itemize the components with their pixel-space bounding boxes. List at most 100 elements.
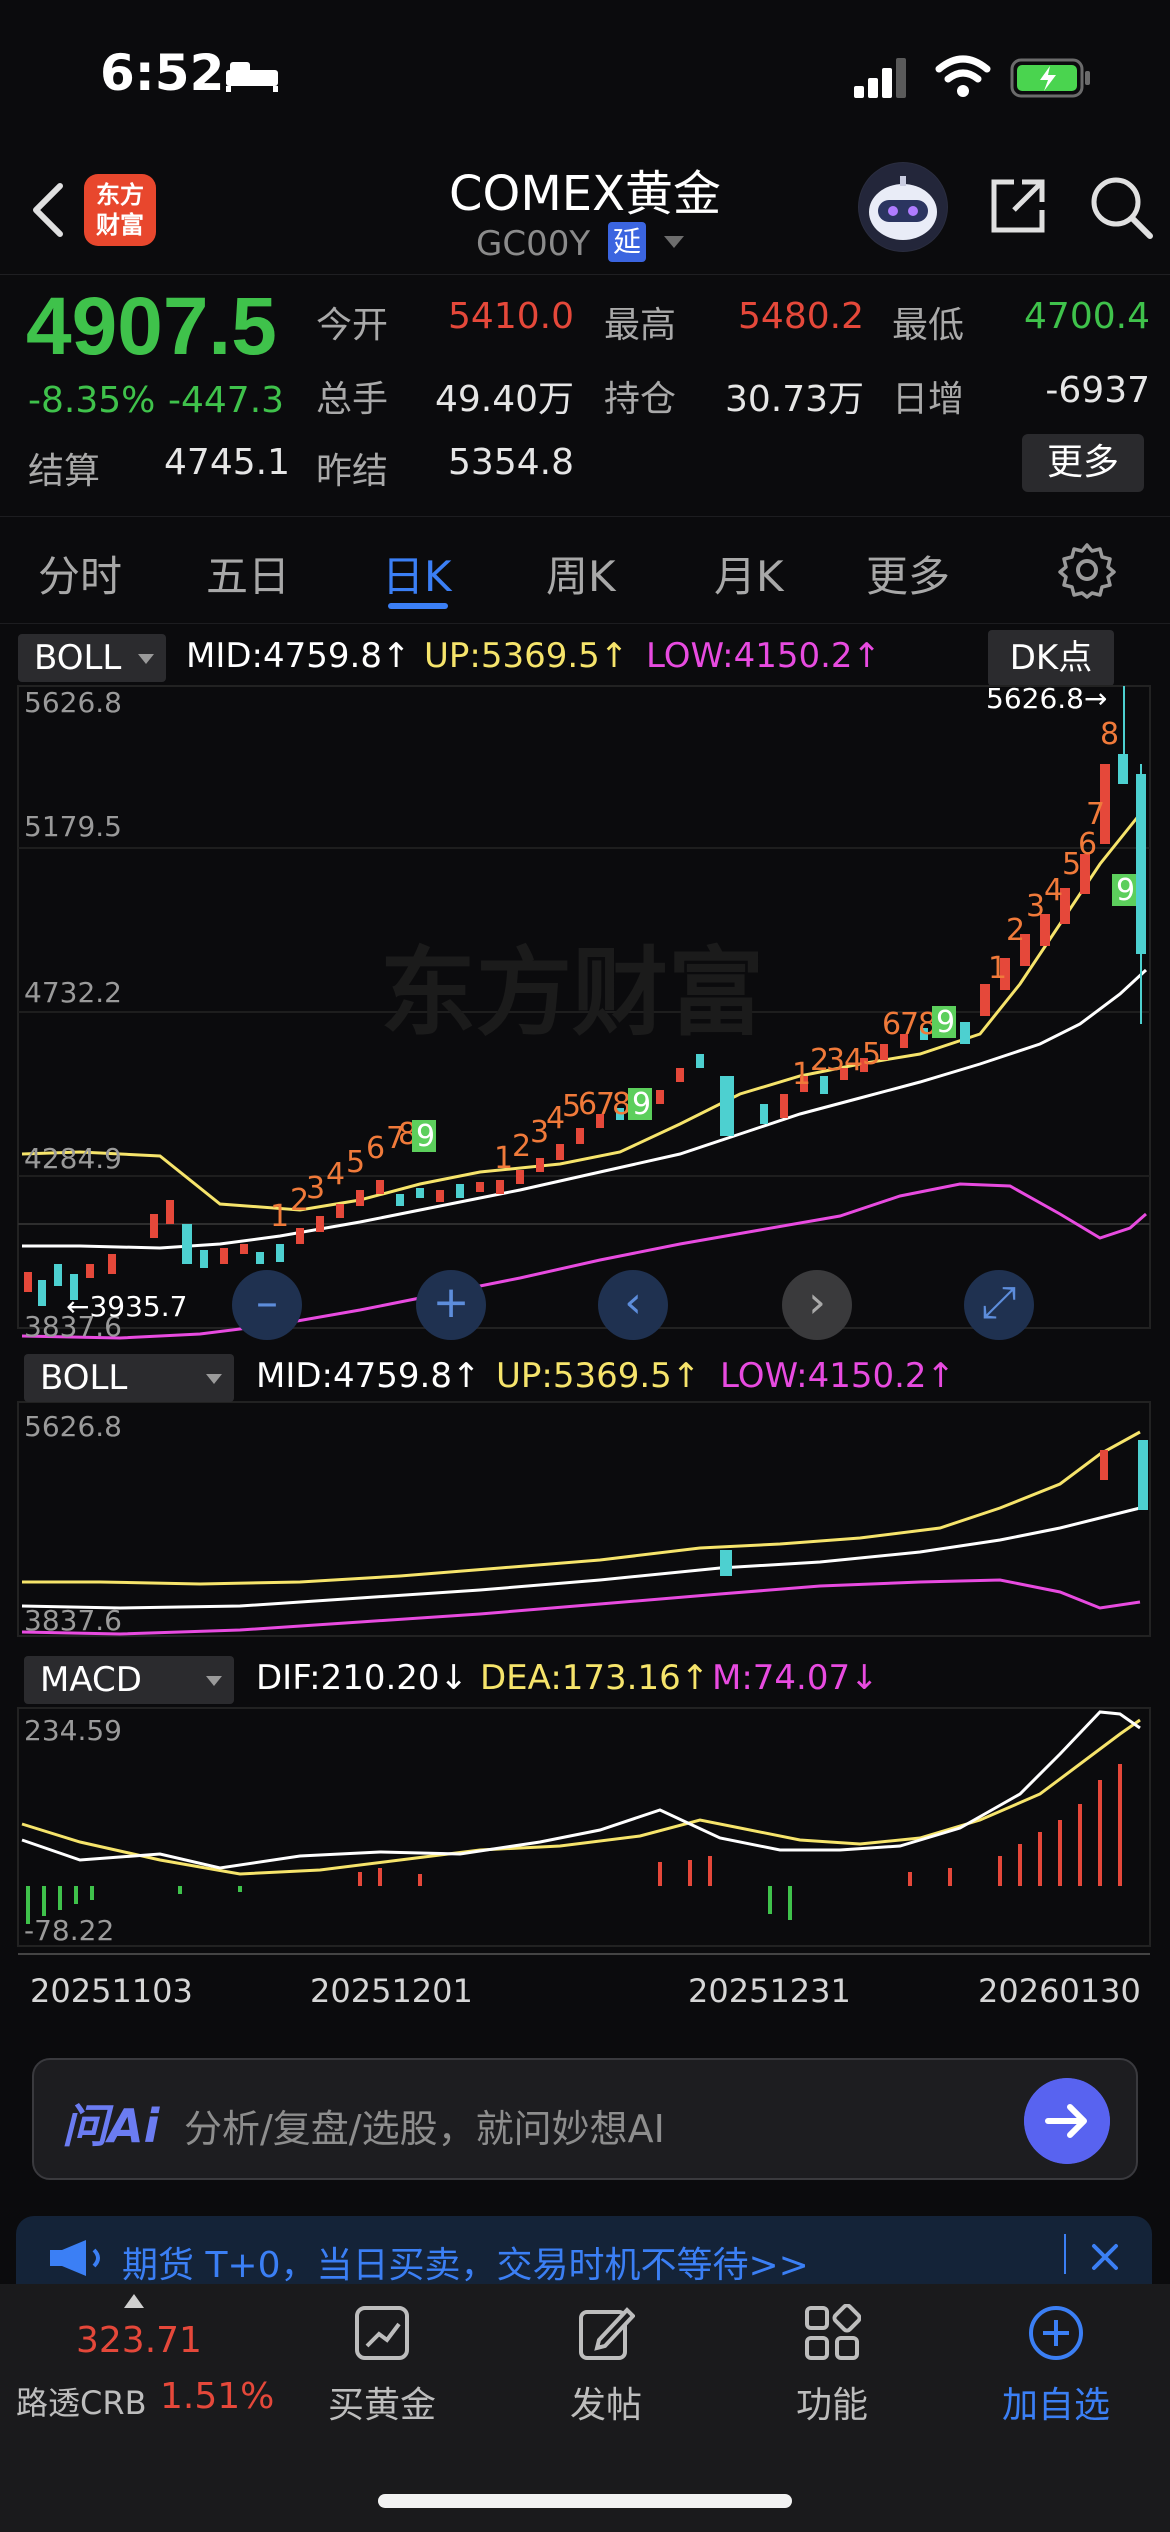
kline-chart-area[interactable]: BOLL MID:4759.8↑ UP:5369.5↑ LOW:4150.2↑ … — [0, 624, 1170, 2036]
scroll-right-button[interactable]: › — [782, 1270, 852, 1340]
candle — [316, 1216, 324, 1232]
td-label: 9 — [416, 1119, 435, 1154]
sub-candle — [1100, 1450, 1108, 1480]
low-value: 4700.4 — [1024, 296, 1150, 337]
sub1-boll-up-value: UP:5369.5 — [496, 1356, 672, 1396]
td-label: 4 — [326, 1157, 345, 1192]
tab-weekly-k[interactable]: 周K — [546, 543, 616, 604]
macd-dif-value: DIF:210.20 — [256, 1658, 440, 1698]
prev-settle-label: 昨结 — [316, 451, 389, 492]
period-tabs: 分时 五日 日K 周K 月K 更多 — [0, 516, 1170, 624]
td-label: 5 — [862, 1037, 881, 1072]
tab-more[interactable]: 更多 — [866, 543, 950, 604]
nav-add-watchlist[interactable]: 加自选 — [976, 2304, 1136, 2428]
candle — [760, 1104, 768, 1124]
contract-dropdown-icon[interactable] — [664, 236, 684, 248]
high-label: 最高 — [604, 305, 677, 346]
candle — [696, 1054, 704, 1068]
td-label: 2 — [512, 1129, 531, 1164]
macd-m-arrow: ↓ — [850, 1658, 879, 1698]
battery-icon — [1010, 58, 1090, 98]
td-label: 1 — [792, 1057, 811, 1092]
sub-indicator-select-2[interactable]: MACD — [24, 1656, 234, 1704]
sub1-boll-mid-arrow: ↑ — [451, 1356, 481, 1396]
zoom-out-button[interactable]: – — [232, 1270, 302, 1340]
nav-post[interactable]: 发帖 — [526, 2304, 686, 2428]
macd-dea: DEA:173.16↑ — [480, 1658, 709, 1698]
tab-daily-k[interactable]: 日K — [382, 543, 452, 604]
td-label: 9 — [936, 1005, 955, 1040]
td-label: 1 — [494, 1141, 513, 1176]
candle — [166, 1200, 174, 1224]
more-quote-button[interactable]: 更多 — [1022, 434, 1144, 492]
candle — [676, 1068, 684, 1082]
promo-divider — [1064, 2234, 1066, 2274]
ai-ask-bar[interactable]: 问Ai 分析/复盘/选股，就问妙想AI — [32, 2058, 1138, 2180]
td-label: 2 — [1006, 913, 1025, 948]
scroll-left-button[interactable]: ‹ — [598, 1270, 668, 1340]
td-label: 9 — [1116, 873, 1135, 908]
y-tick-label: 5179.5 — [24, 810, 122, 843]
back-icon[interactable] — [28, 180, 68, 240]
ai-robot-avatar[interactable] — [858, 162, 948, 252]
candle — [54, 1264, 62, 1286]
td-label: 5 — [346, 1145, 365, 1180]
page-title: COMEX黄金 — [449, 166, 721, 222]
td-label: 3 — [306, 1171, 325, 1206]
fullscreen-button[interactable]: ⤢ — [964, 1270, 1034, 1340]
td-label: 6 — [882, 1007, 901, 1042]
candle — [376, 1180, 384, 1194]
candle — [656, 1090, 664, 1104]
dropdown-icon — [206, 1374, 222, 1384]
sub-indicator-select-1[interactable]: BOLL — [24, 1354, 234, 1402]
candle — [576, 1128, 584, 1144]
macd-panel-frame — [17, 1707, 1151, 1947]
candle — [476, 1182, 484, 1192]
candle — [516, 1170, 524, 1184]
candle — [820, 1076, 828, 1094]
nav-buy-gold[interactable]: 买黄金 — [302, 2304, 462, 2428]
settle-label: 结算 — [28, 451, 101, 492]
macd-dif: DIF:210.20↓ — [256, 1658, 468, 1698]
candle — [456, 1184, 464, 1198]
date-label: 20251231 — [688, 1972, 851, 2010]
y-tick-label: 5626.8 — [24, 686, 122, 719]
macd-dea-value: DEA:173.16 — [480, 1658, 681, 1698]
nav-functions[interactable]: 功能 — [752, 2303, 912, 2428]
status-bar: 6:52 — [0, 0, 1170, 140]
status-time: 6:52 — [100, 44, 225, 102]
candle — [200, 1250, 208, 1268]
td-label: 1 — [270, 1199, 289, 1234]
plus-circle-icon — [1029, 2306, 1083, 2360]
candle — [276, 1244, 284, 1262]
delay-badge: 延 — [608, 222, 646, 262]
close-icon[interactable] — [1090, 2242, 1120, 2272]
promo-text[interactable]: 期货 T+0，当日买卖，交易时机不等待>> — [122, 2236, 809, 2288]
tab-monthly-k[interactable]: 月K — [714, 543, 784, 604]
td-label: 4 — [844, 1043, 863, 1078]
arrow-right-icon[interactable] — [1024, 2078, 1110, 2164]
zoom-in-button[interactable]: + — [416, 1270, 486, 1340]
td-label: 9 — [632, 1087, 651, 1122]
candle — [396, 1194, 404, 1206]
macd-m: M:74.07↓ — [712, 1658, 879, 1698]
search-icon[interactable] — [1088, 174, 1154, 240]
crb-index-value[interactable]: 323.71 — [76, 2320, 202, 2361]
eastmoney-logo[interactable]: 东方 财富 — [84, 174, 156, 246]
contract-code[interactable]: GC00Y — [476, 224, 590, 264]
share-icon[interactable] — [986, 174, 1050, 238]
tab-intraday[interactable]: 分时 — [38, 543, 122, 604]
last-price: 4907.5 — [26, 281, 277, 372]
candle — [256, 1252, 264, 1264]
settle-value: 4745.1 — [164, 442, 290, 483]
gear-icon[interactable] — [1058, 541, 1116, 599]
tab-five-day[interactable]: 五日 — [206, 543, 290, 604]
volume-label: 总手 — [316, 379, 389, 420]
td-label: 6 — [578, 1087, 597, 1122]
candle — [780, 1094, 788, 1118]
ai-input-placeholder[interactable]: 分析/复盘/选股，就问妙想AI — [184, 2098, 665, 2153]
candle — [296, 1228, 304, 1244]
logo-text-top: 东方 — [96, 181, 144, 209]
crb-index-percent[interactable]: 1.51% — [160, 2376, 274, 2417]
crb-index-name[interactable]: 路透CRB — [16, 2378, 147, 2424]
